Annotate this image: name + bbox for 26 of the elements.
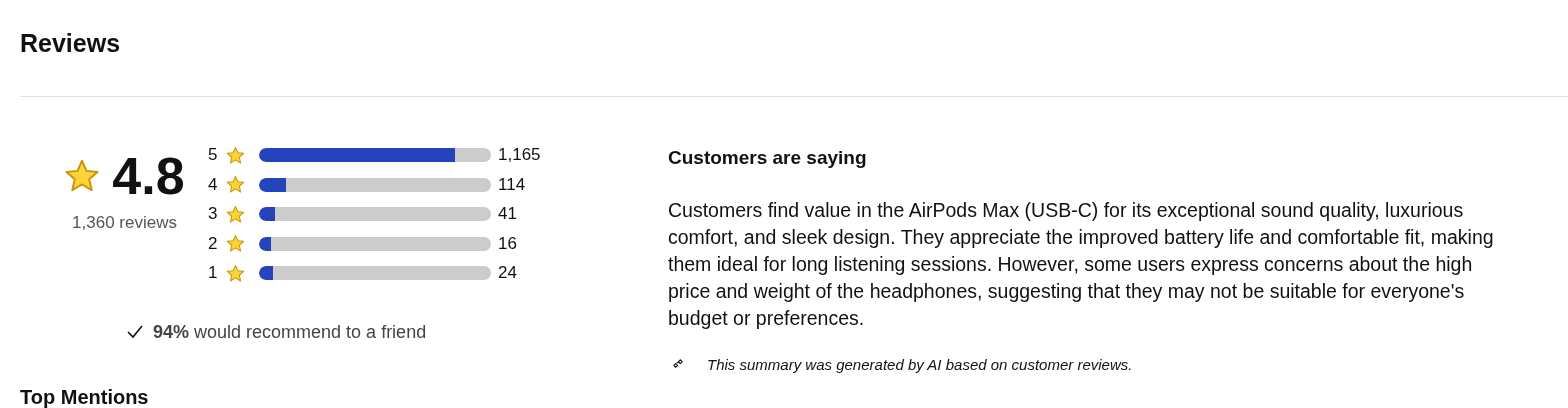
star-level: 2: [208, 233, 219, 254]
star-icon: [64, 158, 101, 194]
section-title: Reviews: [20, 28, 122, 59]
rating-count: 41: [498, 204, 517, 225]
rating-count: 24: [498, 263, 517, 284]
star-icon: [226, 234, 245, 254]
check-icon: [127, 325, 143, 339]
rating-count: 114: [498, 174, 526, 195]
rating-value: 4.8: [112, 149, 185, 203]
star-icon: [226, 175, 245, 195]
ai-disclaimer: This summary was generated by AI based on customer reviews.: [707, 356, 1133, 373]
star-icon: [226, 145, 245, 165]
recommend-text: 94% would recommend to a friend: [153, 321, 427, 343]
rating-count: 1,165: [498, 145, 541, 166]
star-level: 5: [208, 145, 219, 166]
rating-count: 16: [498, 233, 517, 254]
section-title: Top Mentions: [20, 386, 150, 408]
star-level: 1: [208, 263, 219, 284]
star-icon: [226, 263, 245, 283]
summary-heading: Customers are saying: [668, 147, 868, 169]
sparkle-icon: [672, 358, 685, 371]
review-count: 1,360 reviews: [72, 213, 177, 233]
star-level: 3: [208, 204, 219, 225]
summary-text: Customers find value in the AirPods Max (USB-C) for its exceptional sound quality, luxurious comfort, and sleek design. They appreciate the improved battery life and comfortable fit, making them ideal for long listening sessions. However, some users express concerns about the high price and weight of the headphones, suggesting that they may not be suitable for everyone's budget or preferences.: [668, 198, 1495, 331]
star-icon: [226, 204, 245, 224]
star-level: 4: [208, 174, 219, 195]
